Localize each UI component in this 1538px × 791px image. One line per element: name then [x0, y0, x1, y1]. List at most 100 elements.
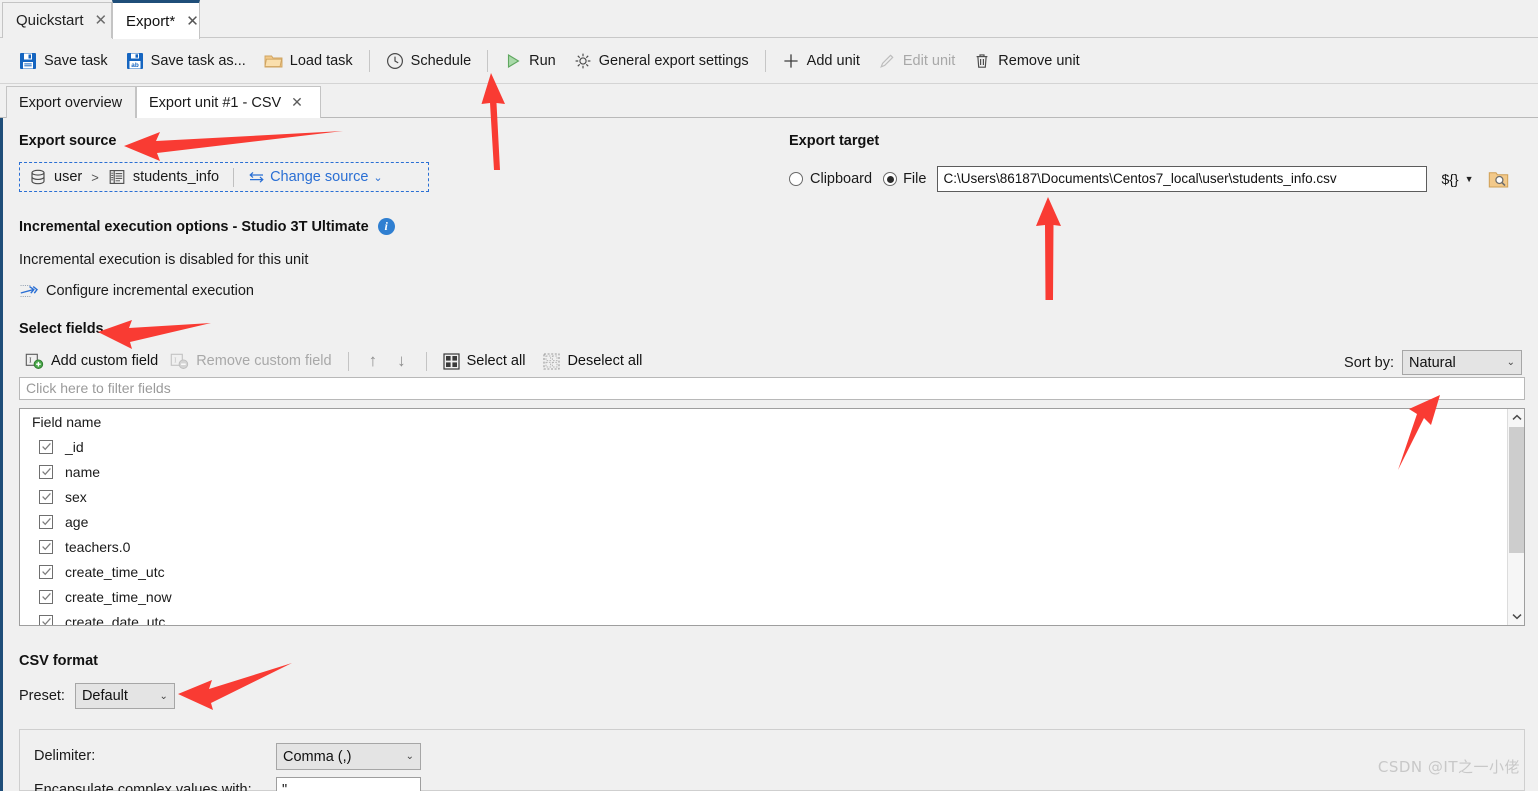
field-name: _id [65, 438, 84, 455]
file-label: File [903, 171, 927, 187]
field-name: age [65, 513, 89, 530]
svg-text:I: I [174, 356, 177, 365]
field-checkbox[interactable] [39, 564, 53, 579]
browse-file-icon[interactable] [1488, 170, 1509, 189]
add-custom-field-label: Add custom field [51, 353, 159, 369]
field-name: create_time_now [65, 588, 172, 605]
window-tab-label: Export* [126, 12, 176, 30]
toolbar-separator [487, 49, 489, 72]
close-icon[interactable]: ✕ [184, 13, 201, 30]
field-checkbox[interactable] [39, 614, 53, 625]
add-unit-label: Add unit [806, 52, 860, 69]
source-separator [233, 167, 235, 187]
field-checkbox[interactable] [39, 514, 53, 529]
remove-custom-field-button: I Remove custom field [164, 350, 337, 372]
export-sub-tab-bar: Export overview Export unit #1 - CSV ✕ [0, 84, 1538, 118]
list-item[interactable]: age [20, 509, 1524, 534]
move-field-up-button[interactable]: ↑ [359, 351, 388, 371]
run-label: Run [529, 52, 556, 69]
field-checkbox[interactable] [39, 439, 53, 454]
preset-value: Default [81, 688, 128, 704]
save-task-button[interactable]: Save task [10, 45, 117, 77]
field-checkbox[interactable] [39, 489, 53, 504]
list-item[interactable]: create_time_utc [20, 559, 1524, 584]
add-unit-button[interactable]: Add unit [773, 45, 869, 77]
floppy-disk-icon [19, 52, 37, 70]
sub-tab-label: Export unit #1 - CSV [149, 94, 282, 111]
deselect-all-icon [543, 352, 560, 370]
field-checkbox[interactable] [39, 589, 53, 604]
save-task-as-button[interactable]: ab Save task as... [117, 45, 255, 77]
deselect-all-button[interactable]: Deselect all [537, 351, 648, 372]
list-item[interactable]: _id [20, 434, 1524, 459]
main-toolbar: Save task ab Save task as... Load task S… [0, 38, 1538, 84]
scroll-up-icon[interactable] [1508, 409, 1524, 426]
folder-icon [264, 52, 283, 70]
configure-incremental-execution-link[interactable]: Configure incremental execution [19, 282, 254, 300]
export-file-path-input[interactable]: C:\Users\86187\Documents\Centos7_local\u… [937, 166, 1428, 192]
add-field-icon: I [25, 352, 44, 370]
sort-by-label: Sort by: [1344, 354, 1394, 371]
close-icon[interactable]: ✕ [93, 12, 110, 29]
sort-by-value: Natural [1409, 354, 1456, 371]
add-custom-field-button[interactable]: I Add custom field [19, 350, 164, 372]
list-item[interactable]: teachers.0 [20, 534, 1524, 559]
tab-export-overview[interactable]: Export overview [6, 86, 136, 118]
remove-unit-label: Remove unit [998, 52, 1080, 69]
scrollbar-thumb[interactable] [1509, 427, 1524, 553]
sub-tab-label: Export overview [19, 94, 123, 111]
close-icon[interactable]: ✕ [291, 94, 303, 111]
move-field-down-button[interactable]: ↓ [387, 351, 416, 371]
fast-forward-arrows-icon [19, 282, 38, 300]
sort-by-select[interactable]: Natural ⌄ [1402, 350, 1522, 375]
list-item[interactable]: create_date_utc [20, 609, 1524, 625]
general-export-settings-button[interactable]: General export settings [565, 45, 758, 77]
remove-unit-button[interactable]: Remove unit [964, 45, 1088, 77]
select-fields-toolbar: I Add custom field I Remove custom field… [19, 350, 648, 372]
select-fields-heading: Select fields [19, 321, 104, 337]
delimiter-select[interactable]: Comma (,) ⌄ [276, 743, 421, 770]
chevron-down-icon[interactable]: ⌄ [373, 171, 382, 184]
export-source-box[interactable]: user > students_info Change source ⌄ [19, 162, 429, 192]
field-filter-input[interactable]: Click here to filter fields [19, 377, 1525, 400]
list-item[interactable]: name [20, 459, 1524, 484]
window-tab-quickstart[interactable]: Quickstart ✕ [2, 2, 112, 38]
preset-label: Preset: [19, 688, 65, 704]
window-tab-export[interactable]: Export* ✕ [112, 0, 200, 39]
clock-icon [386, 52, 404, 70]
delimiter-value: Comma (,) [283, 748, 352, 765]
schedule-button[interactable]: Schedule [377, 45, 480, 77]
file-radio-option[interactable]: File [883, 171, 926, 187]
encapsulate-input[interactable]: " [276, 777, 421, 791]
load-task-button[interactable]: Load task [255, 45, 362, 77]
change-source-button[interactable]: Change source ⌄ [248, 169, 383, 185]
field-checkbox[interactable] [39, 464, 53, 479]
save-task-as-label: Save task as... [150, 52, 246, 69]
radio-file[interactable] [883, 172, 898, 186]
remove-field-icon: I [170, 352, 189, 370]
insert-variable-button[interactable]: ${} ▼ [1438, 169, 1476, 189]
svg-text:I: I [29, 356, 32, 365]
field-list-scrollbar[interactable] [1507, 409, 1524, 625]
chevron-down-icon[interactable]: ▼ [1465, 174, 1474, 184]
save-task-label: Save task [44, 52, 108, 69]
radio-clipboard[interactable] [789, 172, 803, 186]
list-item[interactable]: sex [20, 484, 1524, 509]
clipboard-label: Clipboard [810, 171, 873, 187]
field-name: create_time_utc [65, 563, 165, 580]
select-all-icon [442, 352, 460, 370]
select-all-button[interactable]: Select all [437, 351, 532, 372]
preset-select[interactable]: Default ⌄ [74, 683, 175, 709]
pencil-icon [878, 52, 896, 70]
list-item[interactable]: create_time_now [20, 584, 1524, 609]
incremental-status-text: Incremental execution is disabled for th… [19, 252, 309, 268]
field-checkbox[interactable] [39, 539, 53, 554]
swap-arrows-icon [248, 170, 265, 184]
scroll-down-icon[interactable] [1508, 608, 1524, 625]
tab-export-unit-1-csv[interactable]: Export unit #1 - CSV ✕ [136, 86, 321, 118]
run-button[interactable]: Run [495, 45, 565, 77]
breadcrumb-separator: > [91, 169, 99, 185]
clipboard-radio-option[interactable]: Clipboard [789, 171, 872, 187]
studio3t-export-window: Quickstart ✕ Export* ✕ Save task ab Save… [0, 0, 1538, 791]
info-icon[interactable]: i [377, 218, 395, 235]
